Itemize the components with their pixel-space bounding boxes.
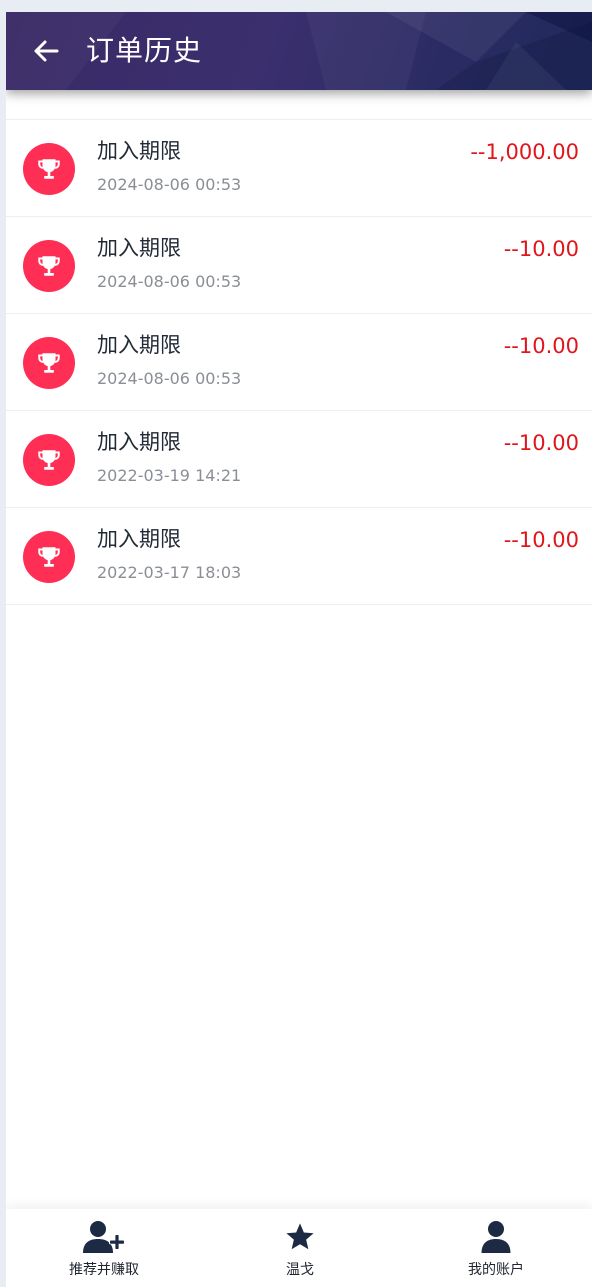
order-date: 2022-03-17 18:03 [97, 563, 242, 582]
order-history-list: 加入期限 2024-08-06 00:53 --1,000.00 加入期限 20… [6, 119, 592, 605]
order-row[interactable]: 加入期限 2022-03-19 14:21 --10.00 [6, 411, 592, 508]
order-amount: --10.00 [503, 431, 579, 455]
order-amount: --10.00 [503, 528, 579, 552]
order-date: 2024-08-06 00:53 [97, 175, 242, 194]
nav-label: 我的账户 [468, 1262, 524, 1278]
star-icon [202, 1219, 398, 1255]
page-title: 订单历史 [86, 34, 203, 67]
trophy-icon [23, 240, 75, 292]
order-amount: --10.00 [503, 237, 579, 261]
user-icon [398, 1219, 592, 1255]
nav-item-my-account[interactable]: 我的账户 [398, 1209, 592, 1287]
trophy-icon [23, 531, 75, 583]
nav-item-refer-and-earn[interactable]: 推荐并赚取 [6, 1209, 202, 1287]
trophy-icon [23, 434, 75, 486]
order-row[interactable]: 加入期限 2022-03-17 18:03 --10.00 [6, 508, 592, 605]
order-title: 加入期限 [97, 430, 181, 454]
order-title: 加入期限 [97, 139, 181, 163]
trophy-icon [23, 337, 75, 389]
order-row[interactable]: 加入期限 2024-08-06 00:53 --1,000.00 [6, 120, 592, 217]
back-button[interactable] [26, 31, 66, 71]
user-plus-icon [6, 1219, 202, 1255]
order-title: 加入期限 [97, 236, 181, 260]
trophy-icon [23, 143, 75, 195]
order-row[interactable]: 加入期限 2024-08-06 00:53 --10.00 [6, 314, 592, 411]
nav-label: 温戈 [286, 1262, 314, 1278]
nav-item-wingo[interactable]: 温戈 [202, 1209, 398, 1287]
order-amount: --10.00 [503, 334, 579, 358]
order-title: 加入期限 [97, 527, 181, 551]
order-date: 2024-08-06 00:53 [97, 369, 242, 388]
app-header: 订单历史 [6, 12, 592, 90]
bottom-navigation: 推荐并赚取 温戈 我的账户 [6, 1209, 592, 1287]
order-row[interactable]: 加入期限 2024-08-06 00:53 --10.00 [6, 217, 592, 314]
nav-label: 推荐并赚取 [69, 1262, 139, 1278]
order-title: 加入期限 [97, 333, 181, 357]
arrow-left-icon [34, 40, 59, 62]
order-date: 2022-03-19 14:21 [97, 466, 242, 485]
order-amount: --1,000.00 [470, 140, 579, 164]
app-screen: 订单历史 加入期限 2024-08-06 00:53 --1,000.00 加入… [6, 12, 592, 1287]
order-date: 2024-08-06 00:53 [97, 272, 242, 291]
